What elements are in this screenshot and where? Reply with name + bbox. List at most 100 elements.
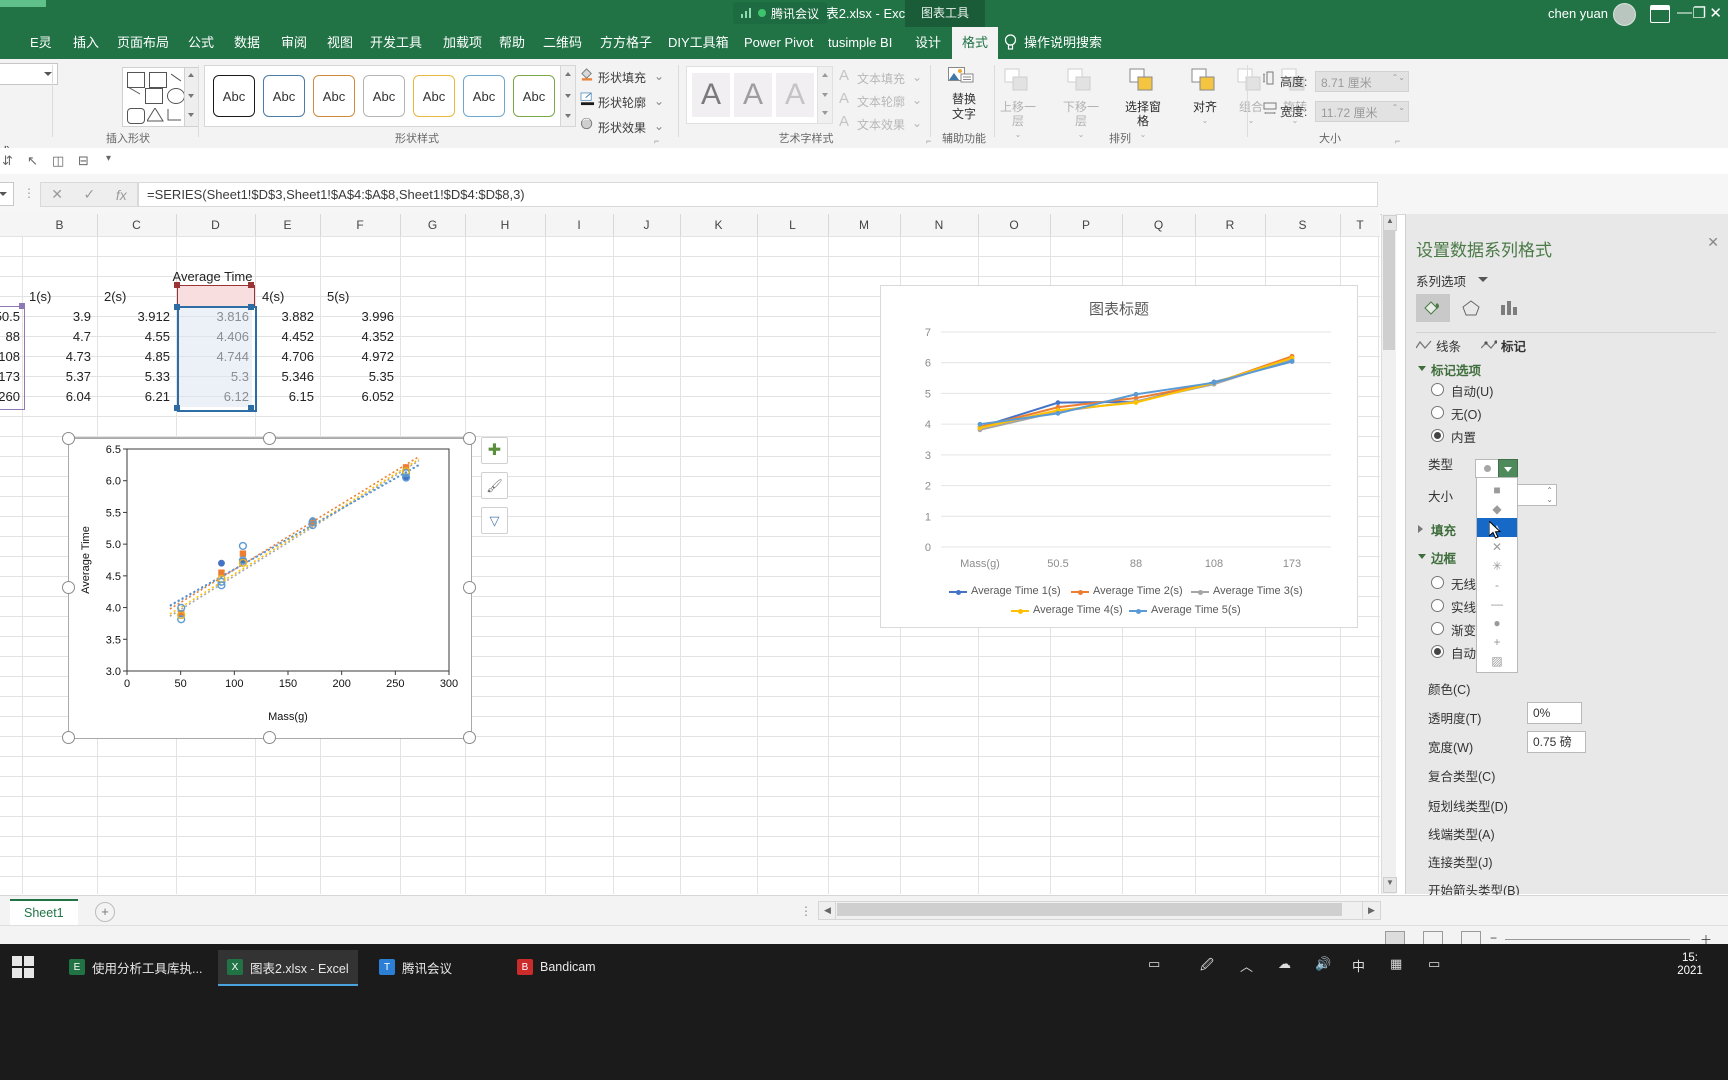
ribbon-tab-2[interactable]: 页面布局 <box>107 27 179 59</box>
shapes-gallery-scroll[interactable] <box>184 67 199 127</box>
column-header-H[interactable]: H <box>465 214 546 236</box>
marker-type-dropdown-arrow[interactable] <box>1498 459 1518 478</box>
cell-data-4-3[interactable]: 6.15 <box>255 387 320 407</box>
resize-handle-tc[interactable] <box>263 432 276 445</box>
wordart-style-2[interactable]: A <box>776 73 814 117</box>
cell-data-0-0[interactable]: 3.9 <box>22 307 97 327</box>
chart-filters-button[interactable]: ▽ <box>481 507 508 534</box>
clock[interactable]: 15: 2021 <box>1660 952 1720 978</box>
account-name[interactable]: chen yuan <box>1548 0 1608 27</box>
shape-style-1[interactable]: Abc <box>263 75 305 117</box>
ribbon-tab-5[interactable]: 审阅 <box>271 27 317 59</box>
insert-function-icon[interactable]: fx <box>116 187 127 203</box>
shape-effects-chevron-icon[interactable]: ⌄ <box>654 119 664 133</box>
horizontal-scrollbar[interactable] <box>835 901 1372 920</box>
cell-data-2-3[interactable]: 4.706 <box>255 347 320 367</box>
border-width-value[interactable]: 0.75 磅 <box>1527 731 1586 753</box>
wordart-gallery[interactable]: AAA <box>686 66 818 124</box>
taskbar-item-3[interactable]: B Bandicam <box>508 950 605 984</box>
size-dialog-launcher[interactable]: ⌐ <box>1395 136 1400 146</box>
marker-section-toggle-icon[interactable] <box>1418 366 1426 371</box>
volume-icon[interactable]: 🔊 <box>1315 956 1331 972</box>
series-options-tab-icon[interactable] <box>1492 294 1526 322</box>
scatter-chart-object[interactable]: 3.0 3.5 4.0 4.5 5.0 5.5 6.0 6.5 0 50 100 150 200 250 3… <box>68 438 472 739</box>
column-header-S[interactable]: S <box>1265 214 1341 236</box>
chart-elements-button[interactable]: ✚ <box>481 437 508 464</box>
ribbon-tab-9[interactable]: 帮助 <box>489 27 535 59</box>
marker-type-option-6[interactable]: — <box>1477 594 1517 613</box>
border-gradient-radio[interactable] <box>1431 622 1444 635</box>
marker-type-option-8[interactable]: + <box>1477 632 1517 651</box>
pane-tab-marker[interactable]: 标记 <box>1501 336 1526 355</box>
sheet-tab-sheet1[interactable]: Sheet1 <box>10 899 78 926</box>
marker-type-option-1[interactable]: ◆ <box>1477 499 1517 518</box>
shape-style-6[interactable]: Abc <box>513 75 555 117</box>
shape-style-4[interactable]: Abc <box>413 75 455 117</box>
alt-text-button[interactable]: 替换 文字 <box>940 92 988 122</box>
column-header-G[interactable]: G <box>400 214 466 236</box>
ribbon-tab-3[interactable]: 公式 <box>178 27 224 59</box>
input-method-icon[interactable]: 中 <box>1352 956 1365 975</box>
ribbon-tab-12[interactable]: DIY工具箱 <box>658 27 739 59</box>
height-input[interactable]: 8.71 厘米 <box>1315 71 1409 92</box>
cell-data-2-1[interactable]: 4.85 <box>97 347 176 367</box>
cell-data-3-4[interactable]: 5.35 <box>320 367 400 387</box>
tell-me-search[interactable]: 操作说明搜索 <box>1024 27 1102 59</box>
close-button[interactable]: ✕ <box>1709 4 1722 22</box>
sort-icon[interactable]: ⇵ <box>2 153 13 169</box>
width-input[interactable]: 11.72 厘米 <box>1315 101 1409 122</box>
confirm-formula-icon[interactable]: ✓ <box>84 186 96 203</box>
hscroll-right-button[interactable]: ▶ <box>1362 901 1381 920</box>
column-header-L[interactable]: L <box>757 214 829 236</box>
chevron-up-tray-icon[interactable]: ︿ <box>1240 956 1253 975</box>
shape-fill-chevron-icon[interactable]: ⌄ <box>654 69 664 83</box>
zoom-out-button[interactable]: − <box>1490 931 1497 945</box>
marker-type-option-5[interactable]: - <box>1477 575 1517 594</box>
shape-style-5[interactable]: Abc <box>463 75 505 117</box>
marker-none-radio[interactable] <box>1431 406 1444 419</box>
cell-header-1[interactable]: 2(s) <box>100 287 177 307</box>
minimize-button[interactable]: — <box>1677 4 1692 21</box>
line-chart-object[interactable]: 图表标题 0 1 2 3 4 5 6 7 Mass(g) 50.5 88 108 173 Averag… <box>880 285 1358 628</box>
meeting-indicator[interactable]: 腾讯会议 <box>733 2 828 24</box>
cancel-formula-icon[interactable]: ✕ <box>51 186 63 203</box>
cell-data-0-1[interactable]: 3.912 <box>97 307 176 327</box>
pane-tab-line[interactable]: 线条 <box>1436 336 1461 355</box>
task-view-icon[interactable]: ▭ <box>1148 956 1160 972</box>
border-solid-radio[interactable] <box>1431 599 1444 612</box>
marker-type-option-7[interactable]: ● <box>1477 613 1517 632</box>
qat-more-icon[interactable]: ▾ <box>106 153 111 164</box>
resize-handle-tr[interactable] <box>463 432 476 445</box>
column-header-I[interactable]: I <box>545 214 614 236</box>
ribbon-tab-11[interactable]: 方方格子 <box>590 27 662 59</box>
range-handle-1[interactable] <box>248 304 254 310</box>
shape-styles-dialog-launcher[interactable]: ⌐ <box>654 136 659 146</box>
arrange-3-button[interactable]: 对齐 ⌄ <box>1182 67 1228 128</box>
cell-data-4-0[interactable]: 6.04 <box>22 387 97 407</box>
add-sheet-button[interactable]: + <box>95 902 115 922</box>
chart-styles-button[interactable]: 🖌 <box>481 472 508 499</box>
cell-data-0-4[interactable]: 3.996 <box>320 307 400 327</box>
column-header-F[interactable]: F <box>320 214 401 236</box>
shape-styles-scroll[interactable] <box>560 65 576 127</box>
range-handle-2[interactable] <box>174 405 180 411</box>
column-header-O[interactable]: O <box>978 214 1051 236</box>
marker-type-option-9[interactable]: ▨ <box>1477 651 1517 670</box>
column-header-R[interactable]: R <box>1195 214 1266 236</box>
taskbar-item-2[interactable]: T 腾讯会议 <box>370 950 461 984</box>
maximize-button[interactable]: ❐ <box>1693 4 1706 22</box>
cell-average-time-title[interactable]: Average Time <box>140 267 285 287</box>
cell-data-4-1[interactable]: 6.21 <box>97 387 176 407</box>
wordart-style-1[interactable]: A <box>734 73 772 117</box>
column-header-Q[interactable]: Q <box>1122 214 1196 236</box>
column-header-N[interactable]: N <box>900 214 979 236</box>
ribbon-tab-4[interactable]: 数据 <box>224 27 270 59</box>
formula-input[interactable]: =SERIES(Sheet1!$D$3,Sheet1!$A$4:$A$8,She… <box>138 182 1378 207</box>
category-range-handle[interactable] <box>19 303 25 309</box>
transparency-value[interactable]: 0% <box>1527 702 1582 724</box>
cell-header-3[interactable]: 4(s) <box>258 287 321 307</box>
distribute-v-icon[interactable]: ⊟ <box>78 153 89 169</box>
wordart-dialog-launcher[interactable]: ⌐ <box>926 136 931 146</box>
ribbon-tab-14[interactable]: tusimple BI <box>818 27 902 59</box>
windows-start-icon[interactable] <box>12 956 34 978</box>
